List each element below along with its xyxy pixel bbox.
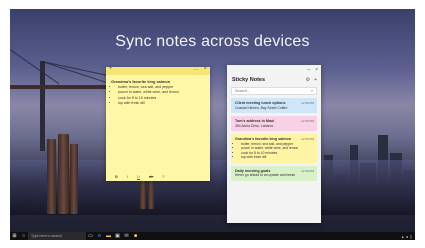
bold-button[interactable]: B [115, 174, 118, 179]
note-card[interactable]: Daily morning goals Never go ahead to an… [231, 165, 317, 181]
note-body[interactable]: Grandma's favorite king salmon butter, l… [106, 75, 210, 110]
close-note-button[interactable]: × [203, 66, 207, 72]
sticky-notes-taskbar-icon[interactable]: ■ [131, 232, 140, 240]
note-card-date: 12:30 PM [301, 137, 314, 141]
system-tray: ▴ ◂ ▯ [402, 234, 415, 239]
new-note-button[interactable]: + [314, 77, 317, 83]
underline-button[interactable]: U [137, 174, 140, 179]
note-card[interactable]: Client meeting lunch options Coastal Kit… [231, 98, 317, 113]
network-icon[interactable]: ▴ [402, 234, 404, 239]
italic-button[interactable]: I [127, 174, 128, 179]
headline: Sync notes across devices [115, 33, 310, 50]
bullets-button[interactable]: ≡ [162, 174, 164, 179]
list-item: top with fresh dill [241, 155, 313, 160]
note-card-text: 354 Aloha Drive, Lahaina [235, 123, 273, 128]
add-note-button[interactable]: + [109, 66, 113, 72]
taskbar-search-input[interactable]: Type here to search [28, 232, 86, 240]
search-placeholder: Search... [235, 89, 251, 93]
window-title-bar[interactable]: – × [227, 65, 321, 75]
settings-gear-icon[interactable]: ⚙ [306, 77, 310, 83]
note-card-date: 12:30 PM [301, 168, 314, 173]
store-icon[interactable]: ▣ [113, 232, 122, 240]
taskbar: ⊞ ○ Type here to search ▭ e ▬ ▣ ✉ ■ ▴ ◂ … [10, 232, 415, 240]
list-header: Sticky Notes ⚙ + [227, 75, 321, 83]
app-title: Sticky Notes [232, 77, 266, 83]
volume-icon[interactable]: ◂ [406, 234, 408, 239]
note-card-list: butter, lemon, sea salt, and pepper pouc… [235, 142, 313, 160]
note-card-text: Coastal Kitchen, Bay Street Coffee [235, 105, 288, 110]
note-card[interactable]: Tom's address in Maui 354 Aloha Drive, L… [231, 116, 317, 131]
search-icon[interactable]: ⌕ [311, 89, 313, 93]
strikethrough-button[interactable]: ab [149, 174, 153, 179]
list-item: top with fresh dill [118, 101, 205, 106]
file-explorer-icon[interactable]: ▬ [104, 232, 113, 240]
note-title-bar[interactable]: + … × [106, 66, 210, 75]
note-card-text: Never go ahead to an update and break [235, 173, 295, 177]
task-view-icon[interactable]: ▭ [86, 232, 95, 240]
desktop: Sync notes across devices + … × Grandma'… [10, 9, 415, 240]
note-list: butter, lemon, sea salt, and pepper pouc… [111, 85, 205, 106]
note-title: Grandma's favorite king salmon [111, 79, 171, 84]
sticky-notes-list-window[interactable]: – × Sticky Notes ⚙ + Search... ⌕ Client … [227, 65, 321, 223]
windows-start-icon[interactable]: ⊞ [10, 232, 19, 240]
search-input[interactable]: Search... ⌕ [231, 87, 317, 95]
cortana-icon[interactable]: ○ [19, 232, 28, 240]
note-card[interactable]: Grandma's favorite king salmon butter, l… [231, 134, 317, 163]
edge-icon[interactable]: e [95, 232, 104, 240]
note-card-date: 12:30 PM [301, 119, 314, 123]
format-toolbar: B I U ab ≡ [106, 172, 210, 181]
note-card-date: 12:30 PM [301, 101, 314, 105]
notifications-icon[interactable]: ▯ [410, 234, 412, 239]
minimize-icon[interactable]: – [307, 67, 310, 73]
close-icon[interactable]: × [315, 67, 318, 73]
more-options-button[interactable]: … [193, 66, 199, 72]
mail-icon[interactable]: ✉ [122, 232, 131, 240]
sticky-note-window[interactable]: + … × Grandma's favorite king salmon but… [106, 66, 210, 181]
